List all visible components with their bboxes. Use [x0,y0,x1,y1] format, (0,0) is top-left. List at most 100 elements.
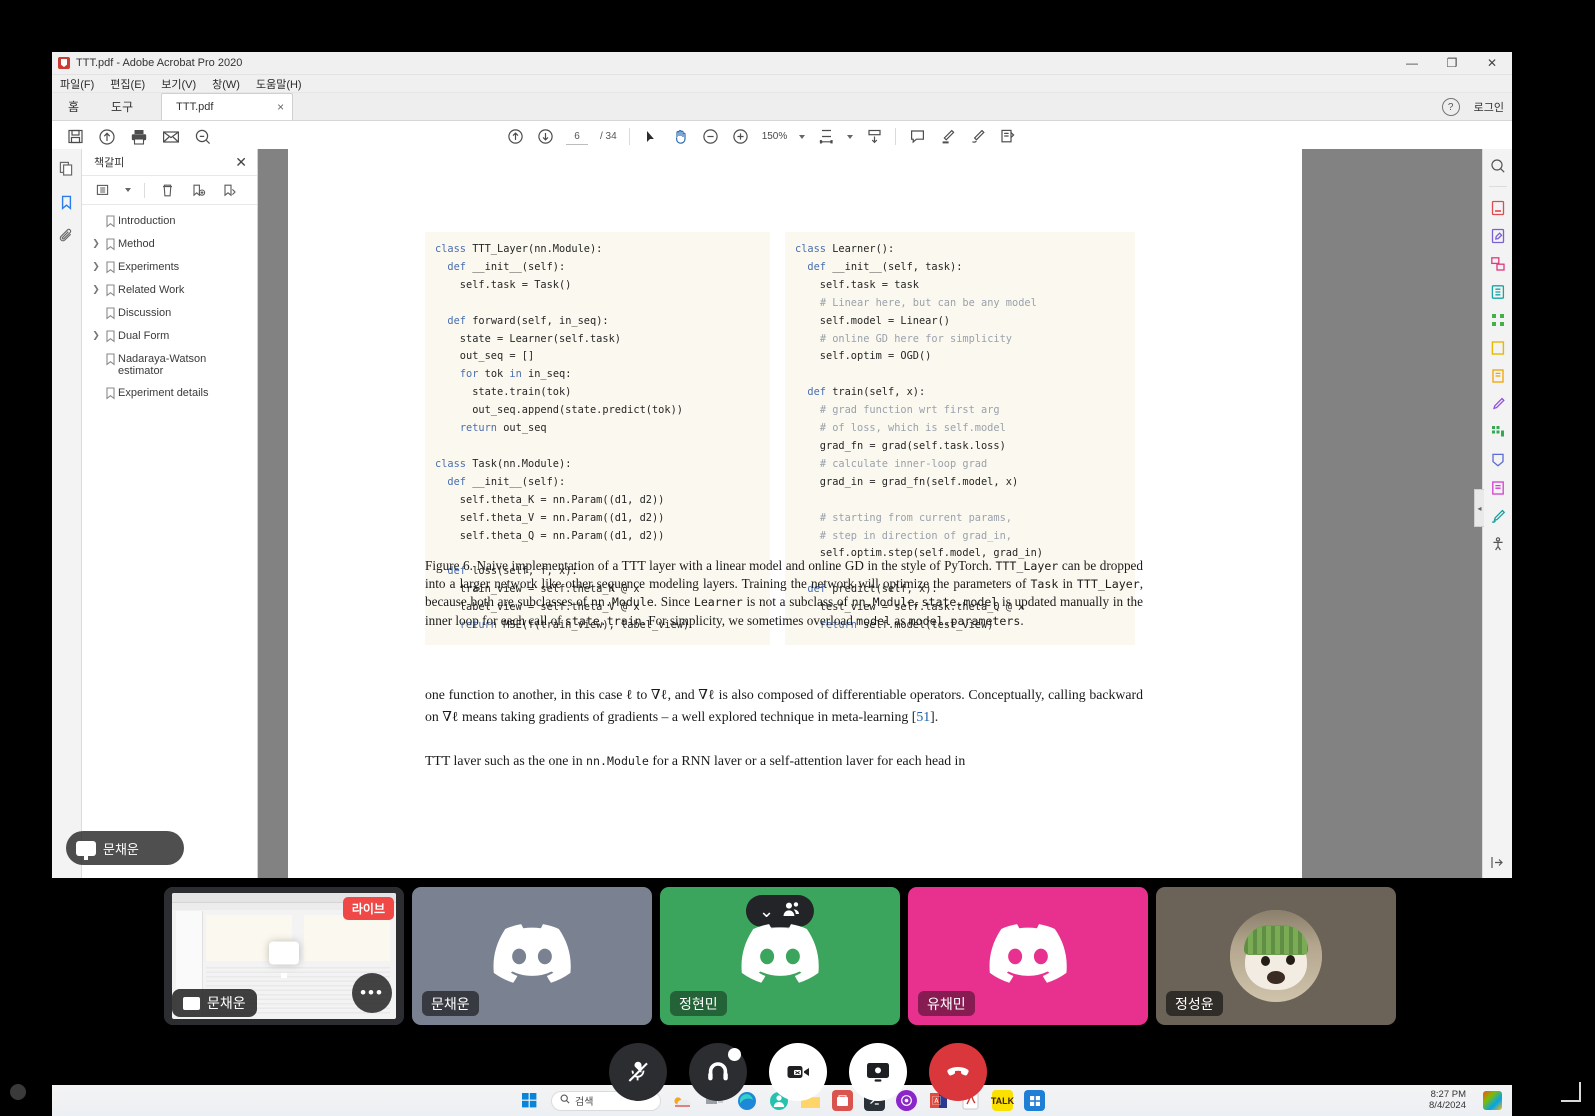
menu-help[interactable]: 도움말(H) [256,76,302,92]
bookmark-icon [102,326,118,343]
bookmark-item[interactable]: ❯ Related Work [82,280,257,303]
maximize-button[interactable]: ❐ [1432,52,1472,74]
certificate-icon[interactable] [1489,479,1506,496]
close-icon[interactable]: × [277,100,284,114]
participants-overlay-button[interactable]: ⌄ [745,895,815,927]
end-call-button[interactable] [928,1043,987,1101]
send-for-comments-icon[interactable] [1489,423,1506,440]
deafen-button[interactable] [688,1043,747,1101]
scroll-mode-icon[interactable] [865,128,883,146]
bookmark-item[interactable]: ❯ Dual Form [82,326,257,349]
bookmark-icon [102,257,118,274]
accessibility-icon[interactable] [1489,535,1506,552]
bookmark-item[interactable]: ❯ Experiments [82,257,257,280]
bookmark-icon [102,280,118,297]
bookmark-item[interactable]: Nadaraya-Watson estimator [82,349,257,383]
tile-screenshare[interactable]: 라이브 문채운 ••• [164,887,404,1025]
bookmark-options-icon[interactable] [94,181,112,199]
menu-file[interactable]: 파일(F) [60,76,94,92]
combine-files-icon[interactable] [1489,283,1506,300]
page-up-icon[interactable] [506,128,524,146]
draw-icon[interactable] [968,128,986,146]
page-number-input[interactable]: 6 [566,129,588,145]
tile-participant-2[interactable]: ⌄ 정현민 [660,887,900,1025]
page-thumbnails-icon[interactable] [58,159,76,177]
bookmark-item[interactable]: Discussion [82,303,257,326]
minimize-button[interactable]: — [1392,52,1432,74]
fit-page-icon[interactable] [817,128,835,146]
comment-icon[interactable] [908,128,926,146]
zoom-out-icon[interactable] [702,128,720,146]
page-down-icon[interactable] [536,128,554,146]
page-total-label: / 34 [600,131,617,142]
chevron-down-icon[interactable] [799,134,806,139]
expand-icon[interactable]: ❯ [90,280,102,295]
expand-icon [90,211,102,215]
tile-participant-3[interactable]: 유채민 [908,887,1148,1025]
chevron-down-icon[interactable] [125,188,131,192]
zoom-level-value[interactable]: 150% [762,131,788,142]
fill-sign-icon[interactable] [1489,395,1506,412]
protect-icon[interactable] [1489,367,1506,384]
resize-handle[interactable] [1561,1082,1581,1102]
screen-share-overlay[interactable]: 문채운 [66,831,184,865]
chevron-down-icon[interactable]: ⌄ [759,902,774,920]
expand-icon[interactable]: ❯ [90,234,102,249]
video-button[interactable] [768,1043,827,1101]
menu-edit[interactable]: 편집(E) [110,76,145,92]
print-icon[interactable] [130,128,148,146]
export-pdf-icon[interactable] [1489,199,1506,216]
hand-tool-icon[interactable] [672,128,690,146]
menu-window[interactable]: 창(W) [212,76,240,92]
expand-icon [90,383,102,387]
create-pdf-icon[interactable] [1489,255,1506,272]
collapse-panel-button[interactable]: ◂ [1474,489,1484,527]
bookmark-item[interactable]: Introduction [82,211,257,234]
tab-document[interactable]: TTT.pdf × [161,93,294,120]
highlight-icon[interactable] [938,128,956,146]
expand-icon[interactable]: ❯ [90,257,102,272]
attachments-icon[interactable] [58,227,76,245]
menu-view[interactable]: 보기(V) [161,76,196,92]
zoom-in-icon[interactable] [732,128,750,146]
participant-name: 문채운 [431,995,470,1012]
compare-files-icon[interactable] [1489,507,1506,524]
edit-bookmark-icon[interactable] [220,181,238,199]
upload-cloud-icon[interactable] [98,128,116,146]
organize-pages-icon[interactable] [1489,311,1506,328]
search-tool-icon[interactable] [1489,157,1506,174]
delete-bookmark-icon[interactable] [158,181,176,199]
mute-mic-button[interactable] [608,1043,667,1101]
chevron-down-icon[interactable] [847,134,854,139]
bookmark-item[interactable]: Experiment details [82,383,257,406]
tile-participant-1[interactable]: 문채운 [412,887,652,1025]
stamp-icon[interactable] [998,128,1016,146]
participant-name: 정현민 [679,995,718,1012]
login-button[interactable]: 로그인 [1474,99,1504,115]
save-icon[interactable] [66,128,84,146]
redact-icon[interactable] [1489,339,1506,356]
search-icon[interactable] [194,128,212,146]
tab-document-label: TTT.pdf [176,101,214,113]
more-tools-icon[interactable] [1489,451,1506,468]
close-button[interactable]: ✕ [1472,52,1512,74]
tile-participant-4[interactable]: 정성윤 [1156,887,1396,1025]
help-icon[interactable]: ? [1441,98,1460,116]
edit-pdf-icon[interactable] [1489,227,1506,244]
pdf-viewport[interactable]: class TTT_Layer(nn.Module): def __init__… [258,149,1482,878]
expand-tools-button[interactable] [1483,855,1512,870]
camera-off-icon [787,1066,809,1078]
email-icon[interactable] [162,128,180,146]
call-participant-tiles: 라이브 문채운 ••• 문채운 ⌄ 정현민 유채민 정성윤 [0,886,1595,1026]
screen-share-button[interactable] [848,1043,907,1101]
screen-share-icon [183,996,200,1010]
bookmark-item[interactable]: ❯ Method [82,234,257,257]
tab-home[interactable]: 홈 [52,93,95,120]
more-options-button[interactable]: ••• [352,973,392,1013]
expand-icon[interactable]: ❯ [90,326,102,341]
cursor-select-icon[interactable] [642,128,660,146]
bookmarks-icon[interactable] [58,193,76,211]
close-icon[interactable]: ✕ [235,154,247,171]
tab-tools[interactable]: 도구 [95,93,149,120]
new-bookmark-icon[interactable] [189,181,207,199]
